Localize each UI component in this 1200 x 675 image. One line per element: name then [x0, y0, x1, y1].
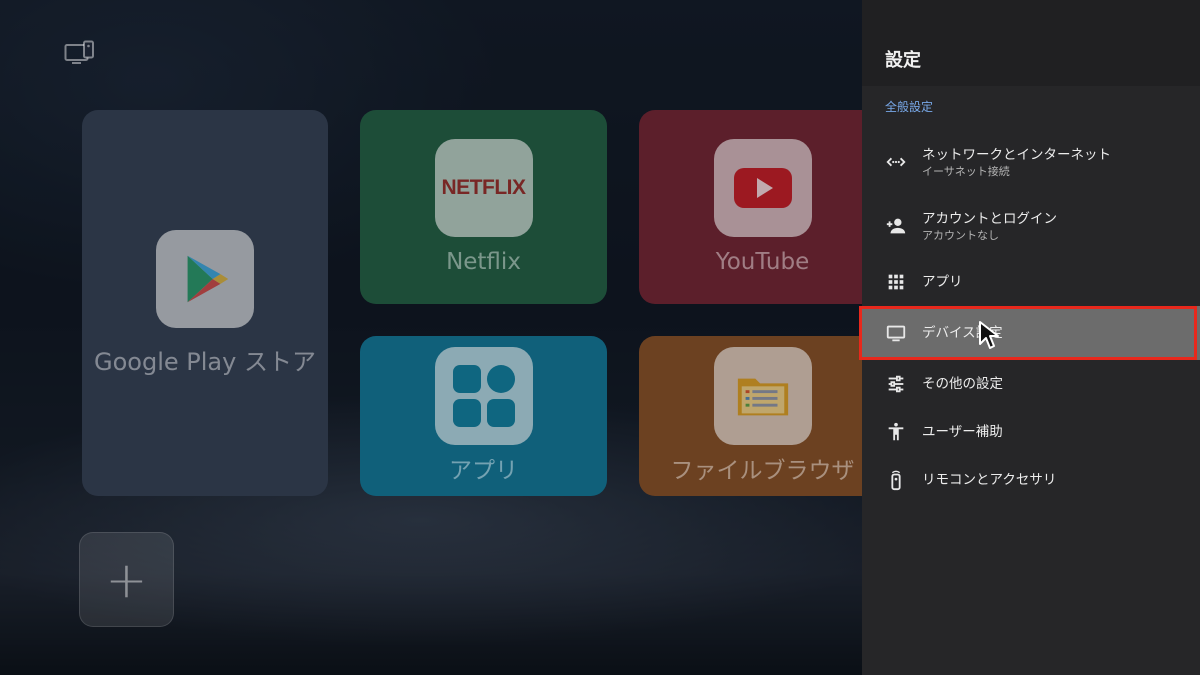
section-label-general: 全般設定 [885, 100, 934, 114]
plus-icon: + [105, 550, 148, 609]
settings-item-label: ユーザー補助 [922, 424, 1003, 440]
app-tile-file-browser[interactable]: ファイルブラウザ [639, 336, 886, 496]
remote-icon [885, 469, 907, 491]
youtube-icon [713, 139, 812, 237]
netflix-logo-text: NETFLIX [441, 176, 527, 199]
settings-item-label: アプリ [922, 274, 963, 290]
settings-item-accessibility[interactable]: ユーザー補助 [862, 408, 1200, 456]
input-source-icon[interactable] [64, 40, 96, 70]
tv-screen: Google Play ストア NETFLIX Netflix YouTube [0, 0, 1200, 675]
app-label-apps: アプリ [449, 458, 518, 484]
settings-item-remote[interactable]: リモコンとアクセサリ [862, 456, 1200, 504]
settings-item-device[interactable]: デバイス設定 [859, 306, 1200, 360]
accessibility-icon [885, 421, 907, 443]
settings-header: 設定 [862, 0, 1200, 86]
settings-item-label: リモコンとアクセサリ [922, 472, 1057, 488]
app-label-google-play: Google Play ストア [94, 347, 316, 376]
settings-item-network[interactable]: ネットワークとインターネット イーサネット接続 [862, 130, 1200, 194]
app-tile-youtube[interactable]: YouTube [639, 110, 886, 304]
settings-item-sublabel: アカウントなし [922, 228, 999, 242]
netflix-icon: NETFLIX [434, 139, 533, 237]
settings-item-accounts[interactable]: アカウントとログイン アカウントなし [862, 194, 1200, 258]
settings-item-sublabel: イーサネット接続 [922, 164, 1010, 178]
settings-item-label: その他の設定 [922, 376, 1003, 392]
add-person-icon [885, 215, 907, 237]
highlight-box [859, 306, 1197, 360]
app-label-youtube: YouTube [715, 249, 810, 275]
settings-item-apps[interactable]: アプリ [862, 258, 1200, 306]
settings-item-label: アカウントとログイン [922, 210, 1057, 227]
app-tile-apps[interactable]: アプリ [360, 336, 607, 496]
settings-menu: ネットワークとインターネット イーサネット接続 アカウントとログイン アカウント… [859, 130, 1200, 504]
settings-panel: 設定 全般設定 ネットワークとインターネット イーサネット接続 アカウントとログ… [859, 0, 1200, 675]
app-label-file-browser: ファイルブラウザ [670, 458, 855, 484]
apps-grid-icon [885, 271, 907, 293]
mouse-cursor-icon [979, 321, 999, 349]
settings-item-label: ネットワークとインターネット [922, 146, 1111, 163]
google-play-icon [156, 229, 254, 328]
app-tile-google-play[interactable]: Google Play ストア [82, 110, 328, 496]
sliders-icon [885, 373, 907, 395]
settings-title: 設定 [885, 50, 921, 71]
network-icon [885, 151, 907, 173]
tv-icon [885, 322, 907, 344]
apps-icon [434, 347, 533, 445]
app-tile-netflix[interactable]: NETFLIX Netflix [360, 110, 607, 304]
app-label-netflix: Netflix [446, 249, 521, 275]
folder-icon [713, 347, 812, 445]
add-app-button[interactable]: + [79, 532, 174, 627]
settings-item-other[interactable]: その他の設定 [862, 360, 1200, 408]
